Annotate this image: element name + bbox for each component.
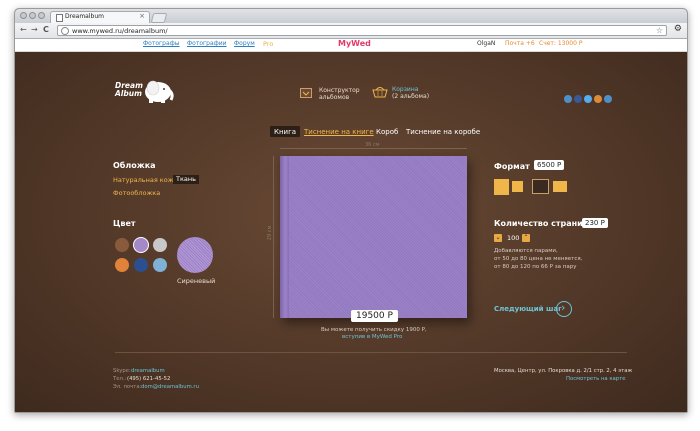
cover-option-leather[interactable]: Натуральная кожа — [113, 176, 178, 184]
nav-link-pro[interactable]: Pro — [263, 40, 273, 48]
site-brand[interactable]: MyWed — [338, 39, 371, 48]
pages-note-2: от 50 до 80 цена не меняется, — [494, 256, 583, 262]
browser-window: Dreamalbum × ← → C www.mywed.ru/dreamalb… — [14, 8, 688, 413]
pages-note-1: Добавляются парами, — [494, 248, 558, 254]
pages-increase-button[interactable]: ⌃ — [522, 234, 530, 242]
user-name[interactable]: OlgaN — [477, 40, 495, 47]
selected-color-name: Сиреневый — [177, 277, 216, 285]
reload-icon[interactable]: C — [43, 25, 49, 35]
twitter-icon[interactable] — [584, 95, 592, 103]
close-window-button[interactable] — [20, 12, 27, 19]
cover-title: Обложка — [113, 161, 156, 170]
format-option-portrait[interactable] — [494, 179, 509, 195]
book-width-line — [280, 148, 467, 149]
tab-book-embossing[interactable]: Тиснение на книге — [304, 128, 374, 137]
color-swatch-gray[interactable] — [153, 238, 167, 252]
mail-link[interactable]: Почта +6 — [505, 40, 535, 47]
site-nav-bar: Фотографы Фотографии Форум Pro MyWed Olg… — [15, 39, 687, 52]
footer-email[interactable]: dom@dreamalbum.ru — [141, 384, 199, 391]
chevron-right-icon: › — [561, 301, 566, 314]
discount-link[interactable]: вступив в MyWed Pro — [342, 334, 402, 341]
format-title: Формат — [494, 162, 530, 171]
nav-link-photos[interactable]: Фотографии — [187, 40, 227, 47]
minimize-window-button[interactable] — [29, 12, 36, 19]
facebook-icon[interactable] — [574, 95, 582, 103]
constructor-label: Конструктор альбомов — [319, 87, 360, 101]
color-swatch-blue[interactable] — [134, 258, 148, 272]
footer-skype-label: Skype: — [113, 368, 131, 374]
album-box-icon — [300, 88, 312, 98]
browser-tab-bar: Dreamalbum × — [15, 9, 687, 23]
cart-title: Корзина — [392, 86, 419, 93]
next-step-button[interactable]: › — [556, 301, 572, 317]
footer-phone: (495) 621-45-52 — [127, 376, 171, 382]
footer-map-link[interactable]: Посмотреть на карте — [566, 376, 626, 383]
cover-option-photo[interactable]: Фотообложка — [113, 189, 160, 197]
book-height-line — [273, 156, 274, 318]
total-price: 19500 Р — [351, 310, 398, 322]
footer-address: Москва, Центр, ул. Покровка д. 2/1 стр. … — [494, 368, 633, 374]
format-option-landscape[interactable] — [553, 181, 567, 192]
footer-phone-label: Тел.: — [113, 376, 127, 382]
new-tab-button[interactable] — [150, 13, 168, 23]
color-title: Цвет — [113, 219, 136, 228]
footer-email-label: Эл. почта: — [113, 384, 142, 390]
browser-toolbar: ← → C www.mywed.ru/dreamalbum/ ☆ ⚙ — [15, 23, 687, 39]
nav-link-photographers[interactable]: Фотографы — [143, 40, 180, 47]
pages-decrease-button[interactable]: ⌄ — [494, 234, 502, 242]
album-book-spine — [280, 156, 289, 318]
cart-count: (2 альбома) — [392, 93, 430, 100]
pages-title: Количество страниц — [494, 219, 589, 228]
album-book-preview — [280, 156, 467, 318]
tab-close-icon[interactable]: × — [139, 12, 145, 20]
color-swatch-orange[interactable] — [115, 258, 129, 272]
odnoklassniki-icon[interactable] — [594, 95, 602, 103]
browser-tab[interactable]: Dreamalbum × — [50, 11, 150, 23]
color-swatch-lilac[interactable] — [134, 238, 148, 252]
elephant-icon — [145, 80, 174, 103]
color-swatch-light-blue[interactable] — [153, 258, 167, 272]
tab-box-embossing[interactable]: Тиснение на коробе — [406, 128, 480, 137]
tab-box[interactable]: Короб — [376, 128, 398, 137]
pages-note-3: от 80 до 120 по 66 Р за пару — [494, 264, 577, 270]
wrench-icon[interactable]: ⚙ — [674, 24, 682, 34]
globe-icon — [61, 27, 69, 35]
tab-book[interactable]: Книга — [274, 128, 296, 137]
cover-option-fabric[interactable]: Ткань — [173, 175, 199, 184]
format-option-square-small[interactable] — [512, 181, 523, 192]
mailru-icon[interactable] — [604, 95, 612, 103]
format-price: 6500 Р — [534, 160, 565, 170]
address-url[interactable]: www.mywed.ru/dreamalbum/ — [72, 26, 168, 36]
selected-color-preview — [177, 237, 213, 273]
format-option-square-selected[interactable] — [532, 179, 549, 194]
next-step-label[interactable]: Следующий шаг — [494, 305, 562, 313]
pages-count[interactable]: 100 — [507, 235, 519, 242]
tab-title: Dreamalbum — [65, 13, 104, 20]
discount-text: Вы можете получить скидку 1900 Р, — [321, 327, 427, 333]
zoom-window-button[interactable] — [38, 12, 45, 19]
nav-link-forum[interactable]: Форум — [234, 40, 255, 47]
vk-icon[interactable] — [564, 95, 572, 103]
color-swatch-brown[interactable] — [115, 238, 129, 252]
back-icon[interactable]: ← — [20, 25, 27, 35]
pages-price: 230 Р — [582, 218, 608, 228]
address-bar[interactable]: www.mywed.ru/dreamalbum/ ☆ — [57, 25, 667, 36]
account-balance-link[interactable]: Счет: 13000 Р — [539, 40, 582, 47]
page-icon — [56, 14, 63, 22]
basket-icon — [372, 87, 388, 98]
footer-skype[interactable]: dreamalbum — [131, 368, 165, 375]
bookmark-star-icon[interactable]: ☆ — [656, 26, 663, 35]
footer-divider — [115, 352, 627, 353]
constructor-page: Dream Album Конструктор альбомов Корзина… — [15, 52, 687, 412]
forward-icon[interactable]: → — [31, 25, 38, 35]
